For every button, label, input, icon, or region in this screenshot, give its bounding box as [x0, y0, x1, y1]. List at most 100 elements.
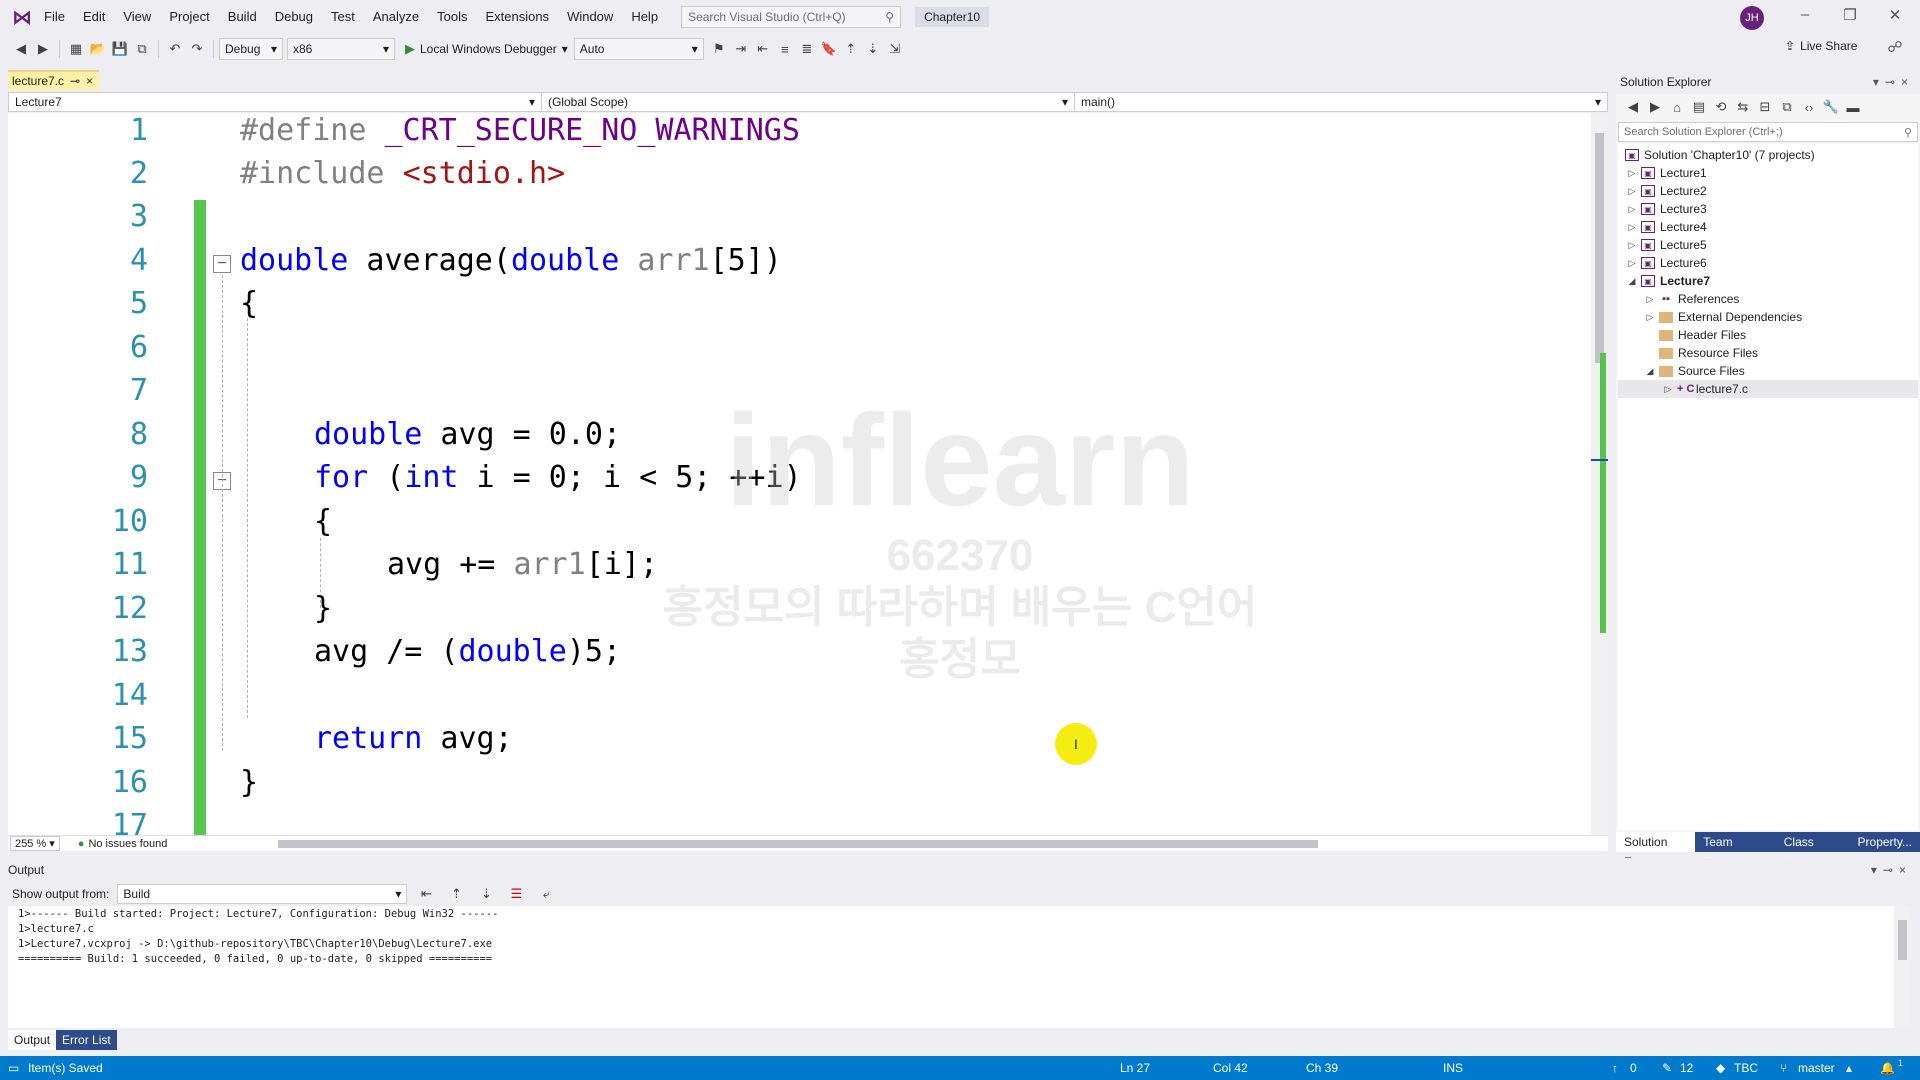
- menu-help[interactable]: Help: [622, 0, 667, 34]
- tab-lecture7-c[interactable]: lecture7.c ⊸ ×: [8, 70, 100, 90]
- tree-resource-files[interactable]: Resource Files: [1644, 344, 1758, 362]
- editor-vertical-scrollbar[interactable]: [1591, 113, 1608, 835]
- forward-icon[interactable]: ▶: [1644, 96, 1666, 118]
- collapse-icon[interactable]: ◢: [1644, 366, 1656, 377]
- tree-solution[interactable]: ▣ Solution 'Chapter10' (7 projects): [1622, 146, 1815, 164]
- sync-icon[interactable]: ⇆: [1732, 96, 1754, 118]
- back-icon[interactable]: ◀: [1622, 96, 1644, 118]
- tree-project-lecture6[interactable]: ▷ ▣ Lecture6: [1626, 254, 1707, 272]
- tree-project-lecture1[interactable]: ▷ ▣ Lecture1: [1626, 164, 1707, 182]
- tree-references[interactable]: ▷ ▪▪ References: [1644, 290, 1740, 308]
- show-all-files-icon[interactable]: ⧉: [1776, 96, 1798, 118]
- word-wrap-icon[interactable]: ⤶: [535, 883, 557, 905]
- collapse-all-icon[interactable]: ⊟: [1754, 96, 1776, 118]
- indent-icon[interactable]: ⇥: [730, 38, 752, 60]
- code-view-icon[interactable]: ‹›: [1798, 96, 1820, 118]
- new-project-icon[interactable]: ▦: [65, 38, 87, 60]
- prev-bookmark-icon[interactable]: ⇡: [840, 38, 862, 60]
- insert-mode[interactable]: INS: [1443, 1056, 1463, 1080]
- issues-label[interactable]: No issues found: [88, 838, 167, 850]
- comment-icon[interactable]: ≡: [774, 38, 796, 60]
- collapse-icon[interactable]: ◢: [1626, 276, 1638, 287]
- expand-icon[interactable]: ▷: [1662, 384, 1674, 395]
- save-all-icon[interactable]: ⧉: [131, 38, 153, 60]
- start-debugging-button[interactable]: ▶ Local Windows Debugger ▾: [399, 41, 574, 57]
- scope-dropdown[interactable]: (Global Scope) ▾: [542, 93, 1075, 111]
- notification-icon[interactable]: 🔔: [1880, 1056, 1895, 1080]
- search-input[interactable]: Search Visual Studio (Ctrl+Q) ⚲: [681, 6, 902, 28]
- find-message-icon[interactable]: ⇤: [415, 883, 437, 905]
- pin-icon[interactable]: ⊸: [70, 74, 80, 88]
- tab-class-view[interactable]: Class View: [1775, 832, 1850, 869]
- uncomment-icon[interactable]: ≣: [796, 38, 818, 60]
- find-icon[interactable]: ⚑: [708, 38, 730, 60]
- output-source-select[interactable]: Build ▾: [117, 884, 408, 904]
- menu-edit[interactable]: Edit: [74, 0, 114, 34]
- forward-icon[interactable]: ▶: [32, 38, 54, 60]
- minimize-button[interactable]: –: [1790, 6, 1820, 26]
- horizontal-scrollbar-thumb[interactable]: [278, 840, 1318, 848]
- next-message-icon[interactable]: ⇣: [475, 883, 497, 905]
- next-bookmark-icon[interactable]: ⇣: [862, 38, 884, 60]
- branch-name[interactable]: master: [1798, 1056, 1835, 1080]
- zoom-select[interactable]: 255 % ▾: [10, 836, 60, 851]
- clear-bookmarks-icon[interactable]: ⇲: [884, 38, 906, 60]
- column-indicator[interactable]: Col 42: [1213, 1056, 1248, 1080]
- visual-studio-logo-icon[interactable]: ⋈: [9, 4, 35, 30]
- changes-count[interactable]: 12: [1680, 1056, 1693, 1080]
- restore-button[interactable]: ❐: [1835, 6, 1865, 26]
- tab-solution-explorer[interactable]: Solution E...: [1616, 832, 1696, 869]
- close-icon[interactable]: ×: [86, 74, 93, 88]
- project-dropdown[interactable]: Lecture7 ▾: [9, 93, 542, 111]
- tree-project-lecture5[interactable]: ▷ ▣ Lecture5: [1626, 236, 1707, 254]
- expand-icon[interactable]: ▷: [1626, 258, 1638, 269]
- menu-project[interactable]: Project: [160, 0, 218, 34]
- member-dropdown[interactable]: main() ▾: [1075, 93, 1607, 111]
- clear-all-icon[interactable]: ☰: [505, 883, 527, 905]
- tree-source-files[interactable]: ◢ Source Files: [1644, 362, 1745, 380]
- panel-controls-icon[interactable]: ▾⊸×: [1873, 75, 1914, 89]
- tree-project-lecture4[interactable]: ▷ ▣ Lecture4: [1626, 218, 1707, 236]
- expand-icon[interactable]: ▷: [1626, 204, 1638, 215]
- bookmark-icon[interactable]: 🔖: [818, 38, 840, 60]
- back-icon[interactable]: ◀: [10, 38, 32, 60]
- menu-window[interactable]: Window: [558, 0, 622, 34]
- save-icon[interactable]: 💾: [109, 38, 131, 60]
- menu-debug[interactable]: Debug: [266, 0, 322, 34]
- solution-search-input[interactable]: Search Solution Explorer (Ctrl+;) ⚲: [1618, 122, 1918, 142]
- tree-project-lecture2[interactable]: ▷ ▣ Lecture2: [1626, 182, 1707, 200]
- expand-icon[interactable]: ▷: [1626, 240, 1638, 251]
- tree-project-lecture3[interactable]: ▷ ▣ Lecture3: [1626, 200, 1707, 218]
- code-editor[interactable]: 1 2 3 4 5 6 7 8 9 10 11 12 13 14 15 16 1…: [8, 113, 1591, 835]
- repository-name[interactable]: TBC: [1734, 1056, 1758, 1080]
- tree-project-lecture7[interactable]: ◢ ▣ Lecture7: [1626, 272, 1711, 290]
- expand-icon[interactable]: ▷: [1644, 312, 1656, 323]
- menu-file[interactable]: File: [35, 0, 74, 34]
- preview-icon[interactable]: ▬: [1842, 96, 1864, 118]
- menu-tools[interactable]: Tools: [428, 0, 476, 34]
- expand-icon[interactable]: ▷: [1626, 168, 1638, 179]
- configuration-select[interactable]: Debug ▾: [219, 38, 283, 60]
- menu-extensions[interactable]: Extensions: [476, 0, 558, 34]
- home-icon[interactable]: ⌂: [1666, 96, 1688, 118]
- tab-output[interactable]: Output: [8, 1030, 57, 1050]
- tab-team-explorer[interactable]: Team Expl...: [1695, 832, 1776, 869]
- switch-views-icon[interactable]: ▤: [1688, 96, 1710, 118]
- scrollbar-thumb[interactable]: [1595, 133, 1604, 363]
- properties-icon[interactable]: 🔧: [1820, 96, 1842, 118]
- panel-controls-icon[interactable]: ▾⊸×: [1871, 863, 1912, 877]
- live-share-button[interactable]: ⇪ Live Share: [1785, 39, 1857, 53]
- expand-icon[interactable]: ▷: [1644, 294, 1656, 305]
- solution-config-select[interactable]: Auto ▾: [573, 38, 704, 60]
- collapse-icon[interactable]: −: [213, 255, 231, 273]
- tree-file-lecture7-c[interactable]: ▷ + C lecture7.c: [1618, 380, 1918, 398]
- expand-icon[interactable]: ▷: [1626, 222, 1638, 233]
- tab-properties[interactable]: Property...: [1849, 832, 1920, 852]
- char-indicator[interactable]: Ch 39: [1306, 1056, 1338, 1080]
- unpushed-count[interactable]: 0: [1630, 1056, 1637, 1080]
- open-file-icon[interactable]: 📂: [87, 38, 109, 60]
- output-scrollbar[interactable]: [1894, 906, 1911, 1028]
- redo-icon[interactable]: ↷: [186, 38, 208, 60]
- menu-analyze[interactable]: Analyze: [364, 0, 428, 34]
- platform-select[interactable]: x86 ▾: [287, 38, 395, 60]
